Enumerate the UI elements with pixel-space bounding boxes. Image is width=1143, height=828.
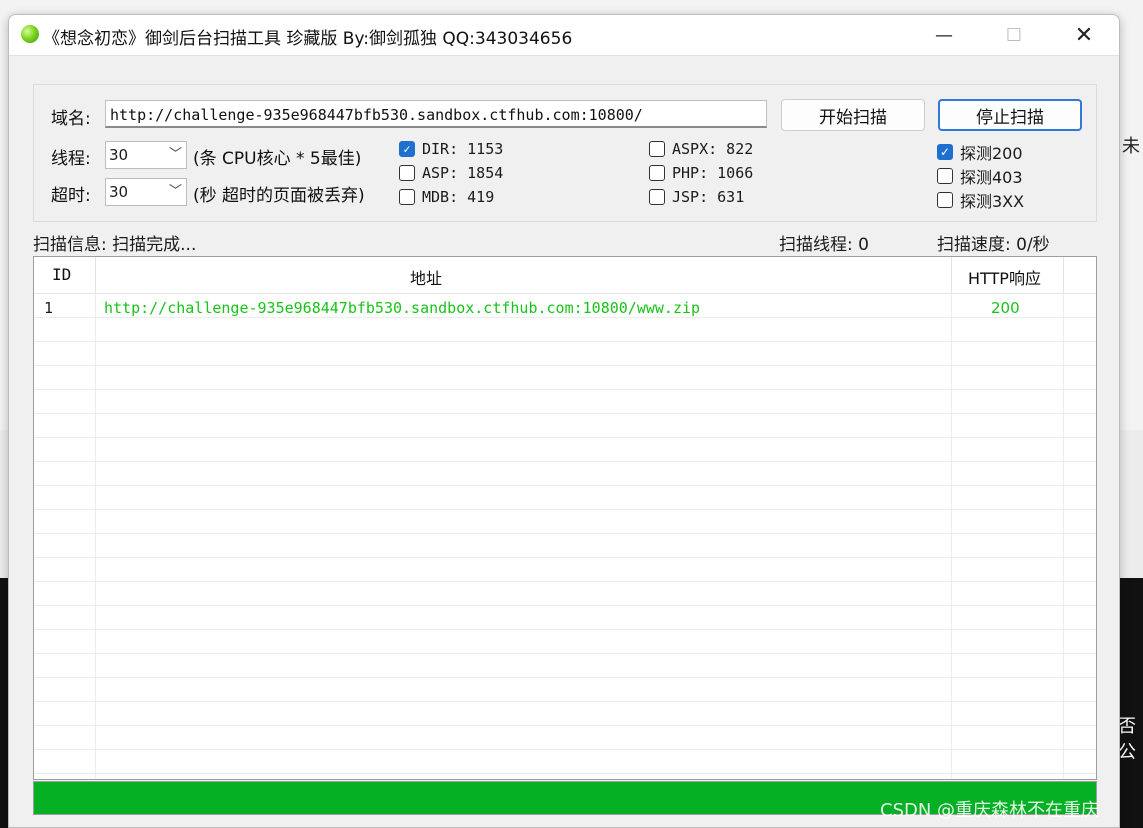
close-button[interactable]: ✕ bbox=[1049, 15, 1119, 55]
timeout-select[interactable]: 30 ﹀ bbox=[105, 178, 187, 206]
checkbox-icon bbox=[649, 141, 665, 157]
checkbox-icon bbox=[399, 189, 415, 205]
background-text: 未 bbox=[1122, 136, 1140, 157]
header-http-response[interactable]: HTTP响应 bbox=[968, 265, 1041, 289]
domain-label: 域名: bbox=[51, 109, 91, 129]
row-line bbox=[34, 629, 1096, 630]
checkbox-icon bbox=[937, 168, 953, 184]
start-scan-button[interactable]: 开始扫描 bbox=[781, 99, 925, 131]
row-line bbox=[34, 773, 1096, 774]
row-line bbox=[34, 389, 1096, 390]
threads-hint: (条 CPU核心 * 5最佳) bbox=[193, 149, 362, 169]
row-line bbox=[34, 749, 1096, 750]
client-area: 域名: http://challenge-935e968447bfb530.sa… bbox=[9, 56, 1119, 827]
maximize-button[interactable]: ☐ bbox=[979, 15, 1049, 55]
title-bar[interactable]: 《想念初恋》御剑后台扫描工具 珍藏版 By:御剑孤独 QQ:343034656 … bbox=[9, 15, 1119, 56]
checkmark-icon: ✓ bbox=[399, 141, 415, 157]
row-line bbox=[34, 533, 1096, 534]
column-separator bbox=[951, 257, 952, 293]
window-title: 《想念初恋》御剑后台扫描工具 珍藏版 By:御剑孤独 QQ:343034656 bbox=[43, 29, 573, 49]
column-separator bbox=[1063, 257, 1064, 293]
dict-checkbox-mdb[interactable]: MDB: 419 bbox=[399, 188, 494, 206]
stop-scan-button[interactable]: 停止扫描 bbox=[938, 99, 1082, 131]
background-text: 否公 bbox=[1118, 716, 1136, 763]
probe-checkbox-3xx[interactable]: 探测3XX bbox=[937, 188, 1024, 212]
row-line bbox=[34, 437, 1096, 438]
dict-checkbox-php[interactable]: PHP: 1066 bbox=[649, 164, 753, 182]
row-line bbox=[34, 485, 1096, 486]
app-icon bbox=[21, 25, 39, 43]
row-line bbox=[34, 725, 1096, 726]
header-address[interactable]: 地址 bbox=[410, 265, 442, 289]
timeout-value: 30 bbox=[109, 183, 129, 201]
results-list[interactable]: ID 地址 HTTP响应 1 http://challenge-935e9684… bbox=[33, 256, 1097, 780]
chevron-down-icon: ﹀ bbox=[168, 184, 182, 199]
dict-label: DIR: 1153 bbox=[422, 140, 504, 158]
dict-label: ASPX: 822 bbox=[672, 140, 754, 158]
scan-speed: 扫描速度: 0/秒 bbox=[937, 235, 1050, 255]
dict-checkbox-dir[interactable]: ✓ DIR: 1153 bbox=[399, 140, 503, 158]
threads-label: 线程: bbox=[51, 149, 91, 169]
checkbox-icon bbox=[649, 189, 665, 205]
checkbox-icon bbox=[649, 165, 665, 181]
scan-info: 扫描信息: 扫描完成... bbox=[33, 235, 197, 255]
watermark: CSDN @重庆森林不在重庆 bbox=[880, 800, 1100, 821]
column-separator bbox=[95, 257, 96, 293]
row-line bbox=[34, 317, 1096, 318]
domain-input[interactable]: http://challenge-935e968447bfb530.sandbo… bbox=[105, 100, 767, 128]
checkbox-icon bbox=[399, 165, 415, 181]
row-line bbox=[34, 461, 1096, 462]
row-line bbox=[34, 413, 1096, 414]
threads-select[interactable]: 30 ﹀ bbox=[105, 141, 187, 169]
minimize-button[interactable]: — bbox=[909, 15, 979, 55]
dict-checkbox-jsp[interactable]: JSP: 631 bbox=[649, 188, 744, 206]
timeout-label: 超时: bbox=[51, 186, 91, 206]
probe-checkbox-200[interactable]: ✓ 探测200 bbox=[937, 140, 1023, 164]
probe-label: 探测200 bbox=[960, 144, 1023, 163]
probe-label: 探测3XX bbox=[960, 192, 1025, 211]
scan-threads: 扫描线程: 0 bbox=[779, 235, 869, 255]
dict-label: MDB: 419 bbox=[422, 188, 495, 206]
probe-label: 探测403 bbox=[960, 168, 1023, 187]
row-line bbox=[34, 677, 1096, 678]
checkbox-icon bbox=[937, 192, 953, 208]
row-line bbox=[34, 365, 1096, 366]
dict-checkbox-asp[interactable]: ASP: 1854 bbox=[399, 164, 503, 182]
row-line bbox=[34, 509, 1096, 510]
row-line bbox=[34, 653, 1096, 654]
list-header: ID 地址 HTTP响应 bbox=[34, 257, 1096, 294]
dict-checkbox-aspx[interactable]: ASPX: 822 bbox=[649, 140, 753, 158]
row-line bbox=[34, 581, 1096, 582]
row-line bbox=[34, 605, 1096, 606]
dict-label: JSP: 631 bbox=[672, 188, 745, 206]
timeout-hint: (秒 超时的页面被丢弃) bbox=[193, 186, 365, 206]
dict-label: PHP: 1066 bbox=[672, 164, 754, 182]
row-code[interactable]: 200 bbox=[991, 299, 1020, 317]
checkmark-icon: ✓ bbox=[937, 144, 953, 160]
scanner-window: 《想念初恋》御剑后台扫描工具 珍藏版 By:御剑孤独 QQ:343034656 … bbox=[8, 14, 1120, 828]
probe-checkbox-403[interactable]: 探测403 bbox=[937, 164, 1023, 188]
chevron-down-icon: ﹀ bbox=[168, 147, 182, 162]
dict-label: ASP: 1854 bbox=[422, 164, 504, 182]
threads-value: 30 bbox=[109, 146, 129, 164]
row-line bbox=[34, 701, 1096, 702]
row-id[interactable]: 1 bbox=[44, 299, 53, 317]
header-id[interactable]: ID bbox=[52, 265, 71, 284]
row-line bbox=[34, 557, 1096, 558]
row-line bbox=[34, 341, 1096, 342]
row-url[interactable]: http://challenge-935e968447bfb530.sandbo… bbox=[104, 299, 700, 317]
